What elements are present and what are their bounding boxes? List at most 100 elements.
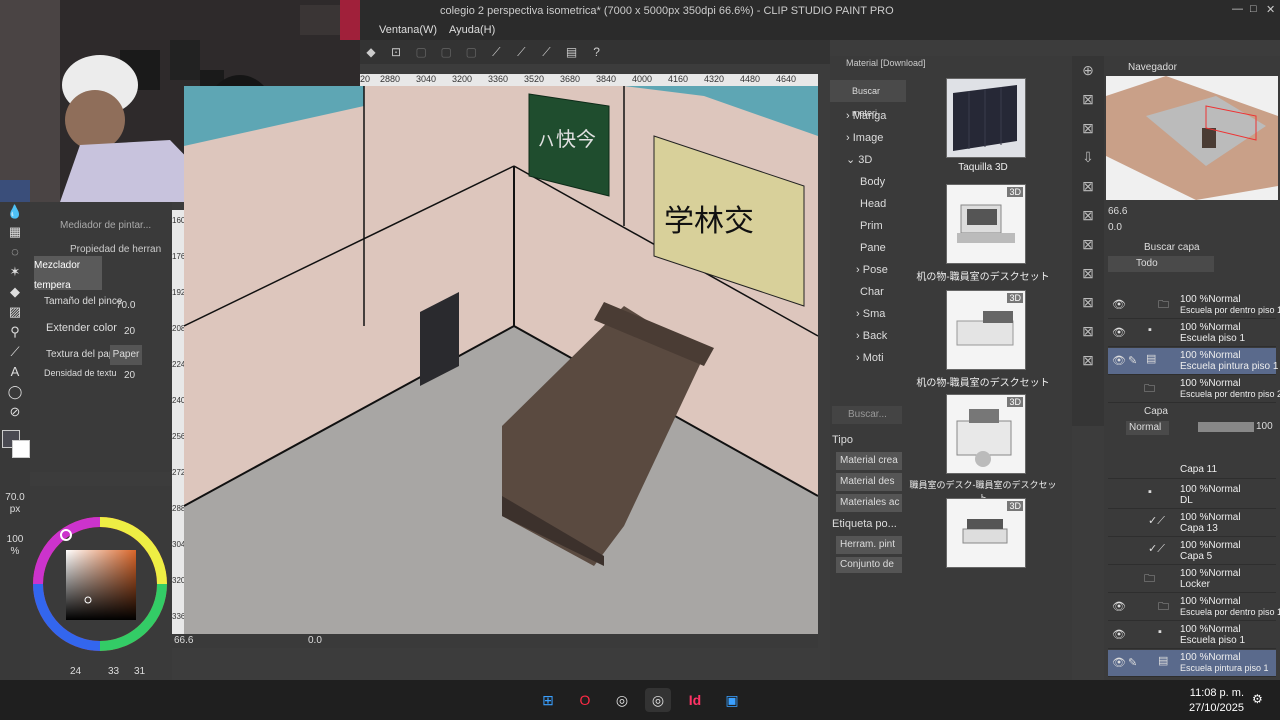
- magic-wand-icon[interactable]: ✶: [0, 262, 30, 282]
- clock-time[interactable]: 11:08 p. m.: [1188, 687, 1244, 699]
- layer-row[interactable]: 👁 🗀 100 %Normal Escuela por dentro piso …: [1108, 292, 1280, 319]
- grid-icon[interactable]: ▦: [0, 222, 30, 242]
- tree-item-char[interactable]: Char: [860, 282, 884, 302]
- panel-icon[interactable]: ⊠: [1072, 288, 1104, 317]
- canvas-zoom[interactable]: 66.6: [174, 635, 193, 646]
- menu-ayuda[interactable]: Ayuda(H): [449, 24, 495, 36]
- clock-date[interactable]: 27/10/2025: [1188, 702, 1244, 714]
- panel-icon[interactable]: ⊠: [1072, 317, 1104, 346]
- eye-icon[interactable]: 👁: [1112, 656, 1126, 669]
- scale-icon[interactable]: ▢: [438, 44, 454, 60]
- eye-icon[interactable]: 👁: [1112, 326, 1126, 339]
- panel-icon[interactable]: ⊠: [1072, 172, 1104, 201]
- tree-item-sma[interactable]: › Sma: [856, 304, 885, 324]
- crop-icon[interactable]: ⊡: [388, 44, 404, 60]
- tree-item-manga[interactable]: › Manga: [846, 106, 886, 126]
- sub-color-swatch[interactable]: [12, 440, 30, 458]
- layer-row[interactable]: ✓⟋ 100 %Normal Capa 13: [1108, 510, 1276, 537]
- eye-icon[interactable]: 👁: [1112, 354, 1126, 367]
- fill-bucket-icon[interactable]: ◆: [0, 282, 30, 302]
- layer-row[interactable]: 👁 ▪ 100 %Normal Escuela piso 1: [1108, 320, 1276, 347]
- clip-studio-paint-icon[interactable]: ◎: [645, 688, 671, 712]
- maximize-button[interactable]: □: [1250, 3, 1257, 15]
- layer-row[interactable]: 🗀 100 %Normal Locker: [1108, 566, 1276, 593]
- menu-ventana[interactable]: Ventana(W): [379, 24, 437, 36]
- material-thumb-desk[interactable]: 3D: [946, 394, 1026, 474]
- eraser-icon[interactable]: ⊘: [0, 402, 30, 422]
- download-icon[interactable]: ⇩: [1072, 143, 1104, 172]
- balloon-icon[interactable]: ◯: [0, 382, 30, 402]
- eye-icon[interactable]: 👁: [1112, 628, 1126, 641]
- layer-opacity-slider[interactable]: [1198, 422, 1254, 432]
- navigator-zoom[interactable]: 66.6: [1108, 206, 1127, 217]
- etiqueta-item[interactable]: Herram. pint: [836, 536, 902, 554]
- texture-density-value[interactable]: 20: [124, 366, 135, 386]
- brush-size-value[interactable]: 70.0: [116, 296, 135, 316]
- doc-icon[interactable]: ▤: [564, 44, 580, 60]
- etiqueta-item[interactable]: Conjunto de: [836, 557, 902, 573]
- layer-row[interactable]: ▪ 100 %Normal DL: [1108, 482, 1276, 509]
- navigator-preview[interactable]: [1106, 76, 1278, 200]
- indesign-icon[interactable]: Id: [682, 688, 708, 712]
- tree-item-3d[interactable]: ⌄ 3D: [846, 150, 872, 170]
- gradient-icon[interactable]: ▨: [0, 302, 30, 322]
- lasso-icon[interactable]: ◌: [0, 242, 30, 262]
- tree-item-back[interactable]: › Back: [856, 326, 887, 346]
- tipo-item[interactable]: Material crea: [836, 452, 902, 470]
- layer-row-selected[interactable]: 👁 ✎ ▤ 100 %Normal Escuela pintura piso 1: [1108, 348, 1278, 375]
- tree-item-body[interactable]: Body: [860, 172, 885, 192]
- close-button[interactable]: ✕: [1266, 3, 1275, 16]
- layer-row-selected[interactable]: 👁 ✎ ▤ 100 %Normal Escuela pintura piso 1: [1108, 650, 1276, 677]
- extend-color-value[interactable]: 20: [124, 322, 135, 342]
- layer-row[interactable]: ✓⟋ 100 %Normal Capa 5: [1108, 538, 1276, 565]
- tree-item-pose[interactable]: › Pose: [856, 260, 888, 280]
- layer-filter-select[interactable]: Todo: [1108, 256, 1214, 272]
- layer-row[interactable]: 👁 ▪ 100 %Normal Escuela piso 1: [1108, 622, 1276, 649]
- material-tag-search[interactable]: Buscar...: [832, 406, 902, 424]
- tipo-item[interactable]: Materiales ac: [836, 494, 902, 512]
- help-icon[interactable]: ?: [589, 44, 605, 60]
- drawing-canvas[interactable]: ㇵ快今 学林交: [184, 86, 818, 636]
- panel-icon[interactable]: ⊠: [1072, 114, 1104, 143]
- windows-start-icon[interactable]: ⊞: [535, 688, 561, 712]
- brush-icon[interactable]: ⟋: [0, 342, 30, 362]
- minimize-button[interactable]: —: [1232, 3, 1243, 15]
- material-search-button[interactable]: Buscar materi: [830, 80, 906, 118]
- tree-item-prim[interactable]: Prim: [860, 216, 883, 236]
- zoom-icon[interactable]: ⊕: [1072, 56, 1104, 85]
- tree-item-moti[interactable]: › Moti: [856, 348, 884, 368]
- panel-icon[interactable]: ⊠: [1072, 346, 1104, 375]
- canvas-angle[interactable]: 0.0: [308, 635, 322, 646]
- clip-studio-icon[interactable]: ◎: [609, 688, 635, 712]
- layer-row[interactable]: Capa 11: [1108, 464, 1276, 479]
- deselect-icon[interactable]: ▢: [463, 44, 479, 60]
- tree-item-head[interactable]: Head: [860, 194, 886, 214]
- material-thumb-desk-set-3[interactable]: 3D: [946, 498, 1026, 568]
- panel-icon[interactable]: ⊠: [1072, 85, 1104, 114]
- material-thumb-locker[interactable]: [946, 78, 1026, 158]
- eye-icon[interactable]: 👁: [1112, 600, 1126, 613]
- color-wheel[interactable]: [30, 486, 172, 680]
- panel-icon[interactable]: ⊠: [1072, 259, 1104, 288]
- tool-name[interactable]: Mezclador tempera: [34, 256, 102, 291]
- panel-icon[interactable]: ⊠: [1072, 201, 1104, 230]
- tree-item-image[interactable]: › Image: [846, 128, 883, 148]
- fill-icon[interactable]: ◆: [363, 44, 379, 60]
- material-thumb-desk-set-2[interactable]: 3D: [946, 290, 1026, 370]
- tree-item-pane[interactable]: Pane: [860, 238, 886, 258]
- tipo-item[interactable]: Material des: [836, 473, 902, 491]
- line-icon[interactable]: ⟋: [538, 44, 554, 60]
- figure-icon[interactable]: ⚲: [0, 322, 30, 342]
- pen-ruler-icon[interactable]: ⟋: [513, 44, 529, 60]
- layer-opacity-value[interactable]: 100: [1256, 421, 1273, 432]
- navigator-angle[interactable]: 0.0: [1108, 222, 1122, 233]
- opera-gx-icon[interactable]: O: [572, 688, 598, 712]
- panel-icon[interactable]: ⊠: [1072, 230, 1104, 259]
- eye-icon[interactable]: 👁: [1112, 298, 1126, 311]
- transform-icon[interactable]: ▢: [413, 44, 429, 60]
- blend-mode-select[interactable]: Normal: [1126, 421, 1169, 435]
- layer-row[interactable]: 👁 🗀 100 %Normal Escuela por dentro piso …: [1108, 594, 1280, 621]
- material-thumb-desk-set-1[interactable]: 3D: [946, 184, 1026, 264]
- paper-texture-value[interactable]: Paper: [110, 345, 142, 365]
- dropper-icon[interactable]: 💧: [0, 202, 30, 222]
